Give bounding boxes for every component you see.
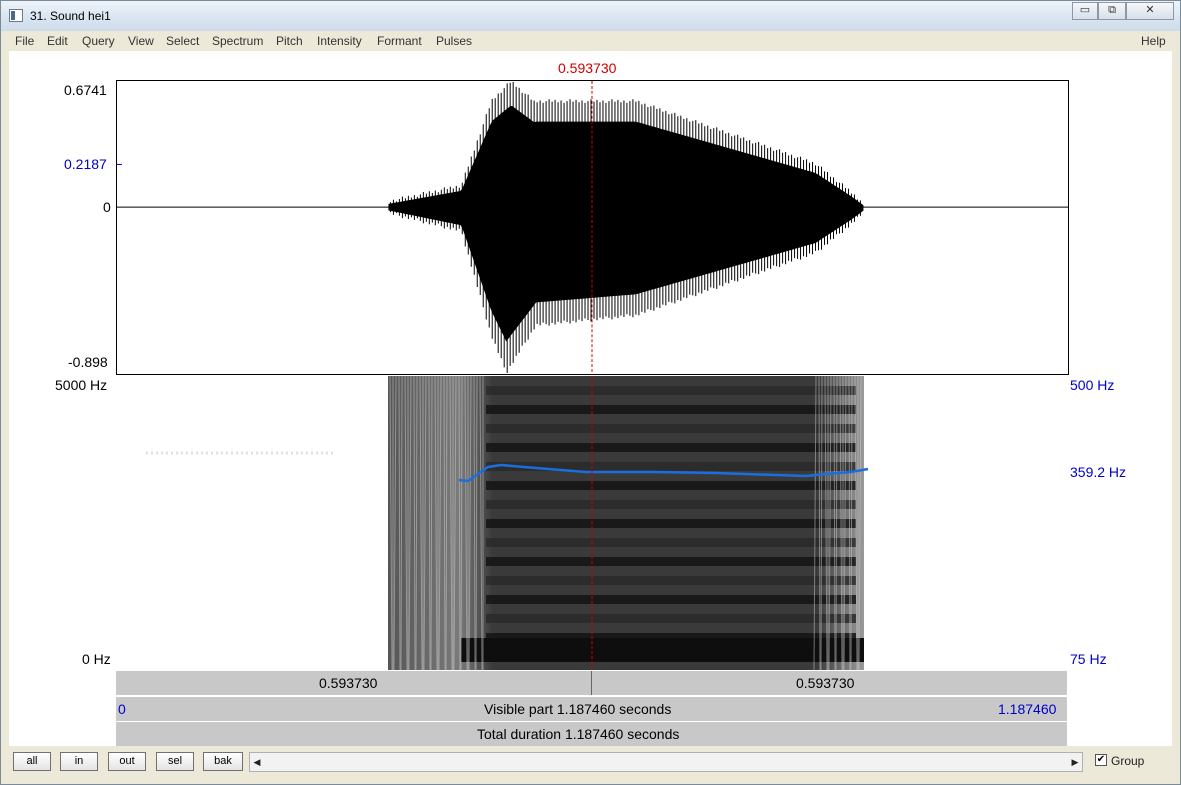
cursor-time-bar[interactable]: 0.593730 0.593730 [116, 671, 1067, 695]
menu-pitch[interactable]: Pitch [276, 34, 303, 48]
harmonic-band [486, 481, 856, 490]
praat-sound-editor-window: 31. Sound hei1 ▭ ⧉ ✕ File Edit Query Vie… [0, 0, 1181, 785]
waveform-cursor-amplitude-label: 0.2187 [64, 156, 107, 172]
menu-file[interactable]: File [15, 34, 34, 48]
minimize-icon[interactable]: ▭ [1072, 2, 1098, 20]
cursor-time-label: 0.593730 [558, 60, 617, 76]
menu-pulses[interactable]: Pulses [436, 34, 472, 48]
left-segment-duration: 0.593730 [319, 675, 378, 691]
close-icon[interactable]: ✕ [1126, 2, 1174, 20]
zoom-back-button[interactable]: bak [203, 752, 243, 771]
waveform-max-label: 0.6741 [64, 82, 107, 98]
harmonic-band [486, 519, 856, 528]
scroll-left-icon[interactable]: ◀ [250, 753, 264, 771]
menu-view[interactable]: View [128, 34, 154, 48]
harmonic-band [486, 538, 856, 547]
menu-edit[interactable]: Edit [47, 34, 68, 48]
pitch-min-label: 75 Hz [1070, 651, 1107, 667]
zoom-all-button[interactable]: all [13, 752, 51, 771]
title-bar[interactable]: 31. Sound hei1 ▭ ⧉ ✕ [1, 1, 1180, 31]
harmonic-band [486, 386, 856, 395]
restore-icon[interactable]: ⧉ [1098, 2, 1126, 20]
waveform-panel[interactable] [116, 80, 1069, 375]
pitch-max-label: 500 Hz [1070, 377, 1115, 393]
harmonic-band [486, 405, 856, 414]
harmonic-bands [461, 386, 864, 662]
editor-content: 0.593730 0.6741 0.2187 0 -0.898 5000 Hz … [9, 51, 1172, 746]
visible-start-time: 0 [118, 701, 126, 717]
zoom-in-button[interactable]: in [60, 752, 98, 771]
right-segment-duration: 0.593730 [796, 675, 855, 691]
bottom-toolbar: all in out sel bak ◀ ▶ ✔ Group [9, 746, 1172, 778]
spectrogram-panel[interactable] [116, 376, 1069, 670]
visible-end-time: 1.187460 [998, 701, 1057, 717]
harmonic-band [486, 424, 856, 433]
group-checkbox[interactable]: ✔ [1095, 754, 1107, 766]
menu-bar: File Edit Query View Select Spectrum Pit… [9, 31, 1172, 51]
harmonic-band [486, 500, 856, 509]
harmonic-band [486, 443, 856, 452]
harmonic-band [486, 557, 856, 566]
fundamental-band [461, 638, 864, 662]
menu-select[interactable]: Select [166, 34, 199, 48]
total-duration-label: Total duration 1.187460 seconds [477, 726, 680, 742]
window-title: 31. Sound hei1 [30, 9, 111, 23]
spectrogram-min-freq-label: 0 Hz [82, 651, 111, 667]
menu-help[interactable]: Help [1141, 34, 1166, 48]
praat-app-icon [9, 9, 23, 22]
horizontal-scrollbar[interactable]: ◀ ▶ [249, 752, 1083, 772]
spectrogram-max-freq-label: 5000 Hz [55, 377, 108, 393]
scroll-right-icon[interactable]: ▶ [1068, 753, 1082, 771]
group-label: Group [1111, 754, 1145, 768]
waveform-zero-label: 0 [103, 199, 111, 215]
harmonic-band [486, 595, 856, 604]
menu-formant[interactable]: Formant [377, 34, 422, 48]
zoom-out-button[interactable]: out [108, 752, 146, 771]
zoom-selection-button[interactable]: sel [156, 752, 194, 771]
menu-spectrum[interactable]: Spectrum [212, 34, 263, 48]
visible-part-bar[interactable]: 0 Visible part 1.187460 seconds 1.187460 [116, 697, 1067, 721]
waveform-min-label: -0.898 [68, 354, 108, 370]
menu-intensity[interactable]: Intensity [317, 34, 362, 48]
pitch-cursor-value-label: 359.2 Hz [1070, 464, 1127, 480]
visible-part-label: Visible part 1.187460 seconds [484, 701, 672, 717]
cursor-divider [591, 671, 592, 695]
total-duration-bar[interactable]: Total duration 1.187460 seconds [116, 722, 1067, 746]
harmonic-band [486, 576, 856, 585]
menu-query[interactable]: Query [82, 34, 115, 48]
harmonic-band [486, 614, 856, 623]
